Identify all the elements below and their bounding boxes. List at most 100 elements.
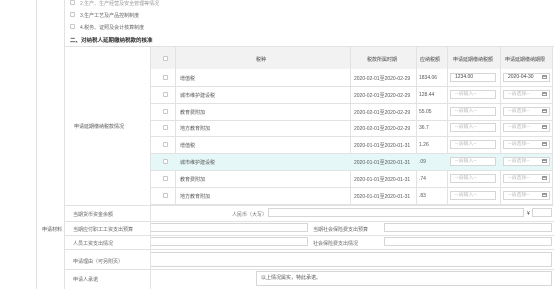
row-period: 2020-02-01至2020-02-29 [354, 126, 411, 132]
gutter-divider [36, 0, 37, 289]
row-payable: .74 [419, 176, 426, 182]
checklist-label-3: 4.税务、证照及会计核算制度 [80, 25, 145, 31]
month-end-balance-label: 当期货币资金余额 [73, 212, 114, 218]
social-actual-label: 社会保险费支出情况 [313, 241, 359, 247]
row-checkbox[interactable] [163, 142, 168, 147]
row-period: 2020-02-01至2020-02-29 [354, 93, 411, 99]
row-checkbox[interactable] [163, 176, 168, 181]
payroll-actual-label: 人员工资支出情况 [73, 241, 114, 247]
row-divider [64, 249, 554, 250]
apply-amount-input[interactable]: --请输入-- [450, 90, 496, 99]
header-apply-deadline: 申请延期缴纳期限 [505, 57, 546, 63]
row-payable: 1.26 [419, 142, 429, 148]
social-actual-input[interactable] [384, 237, 552, 246]
header-tax-item: 税种 [256, 57, 267, 63]
checklist-checkbox-2[interactable] [70, 12, 75, 17]
apply-amount-input[interactable]: --请输入-- [450, 107, 496, 116]
row-divider [151, 120, 552, 121]
row-checkbox[interactable] [163, 75, 168, 80]
left-gutter [0, 0, 36, 289]
apply-amount-input[interactable]: 1234.00 [450, 73, 496, 82]
row-divider [64, 269, 554, 270]
row-checkbox[interactable] [163, 125, 168, 130]
col-divider-1 [175, 47, 176, 205]
apply-label: 申请延期缴纳税款情况 [74, 124, 125, 130]
section-2-title: 二、对纳税人延期缴纳税款的核准 [70, 38, 153, 44]
row-payable: 36.7 [419, 125, 429, 131]
checklist-checkbox-3[interactable] [70, 24, 75, 29]
table-right-border [552, 46, 553, 205]
row-divider [151, 103, 552, 104]
checklist-label-2: 3.生产工艺及产品控制制度 [80, 13, 140, 19]
table-left-border [150, 46, 151, 205]
row-checkbox[interactable] [163, 159, 168, 164]
calendar-icon[interactable] [542, 142, 547, 146]
row-payable: .09 [419, 159, 426, 165]
row-period: 2020-01-01至2020-01-31 [354, 194, 411, 200]
checklist-checkbox-1[interactable] [70, 0, 75, 5]
calendar-icon[interactable] [542, 159, 547, 163]
row-divider [151, 170, 552, 171]
row-tax-item: 地方教育附加 [180, 194, 211, 200]
select-all-checkbox[interactable] [163, 56, 168, 61]
row-tax-item: 教育费附加 [180, 110, 206, 116]
calendar-icon[interactable] [542, 176, 547, 180]
payroll-due-label: 当期应付职工工资支出预算 [73, 227, 134, 233]
header-period: 税款所属时期 [367, 57, 398, 63]
row-period: 2020-01-01至2020-01-31 [354, 177, 411, 183]
table-bottom-border [64, 205, 554, 206]
apply-amount-input[interactable]: --请输入-- [450, 191, 496, 200]
currency-prefix: 人民币（大写） [232, 212, 268, 218]
row-payable: .83 [419, 193, 426, 199]
commitment-text[interactable]: 以上情况属实，特此承诺。 [256, 271, 552, 286]
row-payable: 1834.06 [419, 75, 438, 81]
materials-divider [150, 205, 151, 289]
calendar-icon[interactable] [542, 193, 547, 197]
social-due-label: 当期社会保险费支出预算 [313, 227, 369, 233]
row-divider [64, 221, 554, 222]
social-due-input[interactable] [384, 223, 552, 232]
reason-label: 申请理由（可另附页） [73, 259, 124, 265]
row-payable: 128.44 [419, 92, 435, 98]
row-divider [64, 235, 554, 236]
row-tax-item: 增值税 [180, 143, 196, 149]
balance-amount-input[interactable] [532, 208, 552, 217]
label-col-divider [64, 0, 65, 289]
row-checkbox[interactable] [163, 109, 168, 114]
apply-amount-input[interactable]: --请输入-- [450, 157, 496, 166]
row-period: 2020-02-01至2020-02-29 [354, 110, 411, 116]
row-divider [151, 136, 552, 137]
calendar-icon[interactable] [542, 75, 547, 79]
balance-uppercase-input[interactable] [268, 208, 524, 217]
row-checkbox[interactable] [163, 92, 168, 97]
apply-amount-input[interactable]: --请输入-- [450, 140, 496, 149]
row-tax-item: 教育费附加 [180, 177, 206, 183]
row-period: 2020-01-01至2020-01-31 [354, 160, 411, 166]
header-payable: 应纳税额 [420, 57, 441, 63]
payroll-due-input[interactable] [150, 223, 308, 232]
row-tax-item: 增值税 [180, 76, 196, 82]
yen-symbol: ¥ [527, 211, 530, 217]
col-divider-5 [500, 47, 501, 205]
row-checkbox[interactable] [163, 193, 168, 198]
row-tax-item: 城市维护建设税 [180, 93, 216, 99]
row-period: 2020-02-01至2020-02-29 [354, 76, 411, 82]
commitment-label: 申请人承诺 [73, 277, 99, 283]
calendar-icon[interactable] [542, 92, 547, 96]
calendar-icon[interactable] [542, 125, 547, 129]
row-tax-item: 地方教育附加 [180, 126, 211, 132]
apply-amount-input[interactable]: --请输入-- [450, 174, 496, 183]
row-payable: 55.05 [419, 109, 432, 115]
materials-label: 申请材料 [42, 227, 63, 233]
calendar-icon[interactable] [542, 109, 547, 113]
payroll-actual-input[interactable] [150, 237, 308, 246]
header-apply-amount: 申请延期缴纳税额 [453, 57, 494, 63]
row-period: 2020-01-01至2020-01-31 [354, 143, 411, 149]
apply-amount-input[interactable]: --请输入-- [450, 123, 496, 132]
row-divider [151, 187, 552, 188]
row-divider [151, 86, 552, 87]
checklist-label-1: 2.生产、生产经营及安全管理等情况 [80, 1, 160, 7]
reason-textarea[interactable] [150, 252, 552, 267]
col-divider-2 [350, 47, 351, 205]
col-divider-4 [447, 47, 448, 205]
